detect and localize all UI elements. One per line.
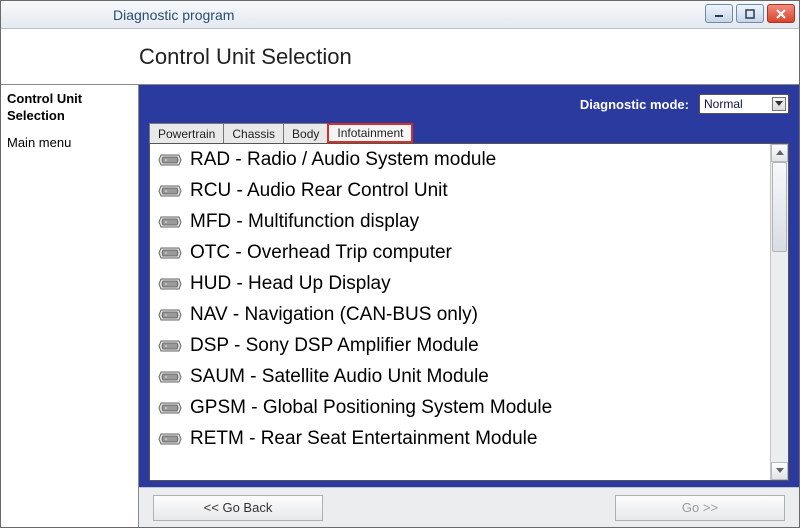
module-row[interactable]: SAUM - Satellite Audio Unit Module (150, 361, 770, 392)
chip-icon (158, 151, 182, 169)
module-label: HUD - Head Up Display (190, 273, 391, 295)
sidebar-item[interactable]: Main menu (7, 135, 132, 152)
minimize-icon (714, 9, 724, 19)
minimize-button[interactable] (705, 4, 733, 23)
module-label: GPSM - Global Positioning System Module (190, 397, 552, 419)
module-label: MFD - Multifunction display (190, 211, 419, 233)
maximize-icon (745, 9, 755, 19)
tab-chassis[interactable]: Chassis (223, 123, 284, 143)
mode-label: Diagnostic mode: (580, 97, 689, 112)
chevron-up-icon (776, 150, 784, 156)
module-row[interactable]: DSP - Sony DSP Amplifier Module (150, 330, 770, 361)
go-forward-button[interactable]: Go >> (615, 495, 785, 521)
module-label: DSP - Sony DSP Amplifier Module (190, 335, 479, 357)
module-row[interactable]: MFD - Multifunction display (150, 206, 770, 237)
module-row[interactable]: RCU - Audio Rear Control Unit (150, 175, 770, 206)
titlebar: Diagnostic program (1, 1, 799, 29)
chip-icon (158, 182, 182, 200)
module-label: OTC - Overhead Trip computer (190, 242, 452, 264)
module-list: RAD - Radio / Audio System module RCU - A… (150, 144, 770, 480)
scrollbar[interactable] (770, 144, 788, 480)
page-title: Control Unit Selection (139, 44, 352, 70)
chip-icon (158, 399, 182, 417)
chip-icon (158, 337, 182, 355)
window-title: Diagnostic program (113, 7, 234, 23)
close-button[interactable] (767, 4, 795, 23)
bottom-bar: << Go Back Go >> (139, 487, 799, 527)
sidebar-item[interactable]: Control Unit Selection (7, 91, 132, 125)
scroll-track[interactable] (771, 162, 788, 462)
maximize-button[interactable] (736, 4, 764, 23)
chip-icon (158, 430, 182, 448)
chevron-down-icon (776, 468, 784, 474)
module-row[interactable]: RETM - Rear Seat Entertainment Module (150, 423, 770, 454)
close-icon (776, 9, 786, 19)
module-row[interactable]: GPSM - Global Positioning System Module (150, 392, 770, 423)
chip-icon (158, 368, 182, 386)
module-row[interactable]: RAD - Radio / Audio System module (150, 144, 770, 175)
scroll-thumb[interactable] (772, 162, 787, 252)
chip-icon (158, 244, 182, 262)
body: Control Unit Selection Main menu Diagnost… (1, 85, 799, 527)
main-panel: Diagnostic mode: Normal PowertrainChassi… (139, 85, 799, 527)
module-label: RAD - Radio / Audio System module (190, 149, 496, 171)
app-window: Diagnostic program Control Unit Selectio… (0, 0, 800, 528)
module-row[interactable]: OTC - Overhead Trip computer (150, 237, 770, 268)
sidebar: Control Unit Selection Main menu (1, 85, 139, 527)
module-list-wrap: RAD - Radio / Audio System module RCU - A… (149, 143, 789, 481)
chip-icon (158, 275, 182, 293)
go-back-button[interactable]: << Go Back (153, 495, 323, 521)
module-label: SAUM - Satellite Audio Unit Module (190, 366, 489, 388)
tab-powertrain[interactable]: Powertrain (149, 123, 224, 143)
window-controls (705, 4, 795, 23)
chevron-down-icon (772, 97, 786, 111)
tabs: PowertrainChassisBodyInfotainment (149, 121, 789, 143)
scroll-up-button[interactable] (771, 144, 788, 162)
chip-icon (158, 213, 182, 231)
module-row[interactable]: HUD - Head Up Display (150, 268, 770, 299)
page-header: Control Unit Selection (1, 29, 799, 85)
module-row[interactable]: NAV - Navigation (CAN-BUS only) (150, 299, 770, 330)
mode-select[interactable]: Normal (699, 94, 789, 114)
mode-row: Diagnostic mode: Normal (149, 93, 789, 115)
tab-body[interactable]: Body (283, 123, 328, 143)
chip-icon (158, 306, 182, 324)
mode-value: Normal (704, 97, 743, 111)
scroll-down-button[interactable] (771, 462, 788, 480)
module-label: NAV - Navigation (CAN-BUS only) (190, 304, 478, 326)
module-label: RETM - Rear Seat Entertainment Module (190, 428, 537, 450)
module-label: RCU - Audio Rear Control Unit (190, 180, 448, 202)
tab-infotainment[interactable]: Infotainment (327, 123, 413, 143)
